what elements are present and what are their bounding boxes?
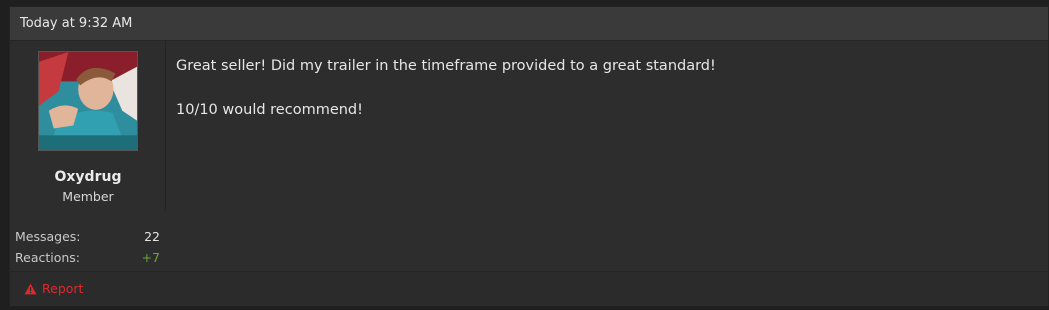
message-content: Great seller! Did my trailer in the time… xyxy=(176,55,1028,143)
user-info: Oxydrug Member xyxy=(10,41,166,211)
stat-label: Messages: xyxy=(15,229,81,244)
stat-messages: Messages: 22 xyxy=(15,226,160,247)
post-container: Today at 9:32 AM Oxydrug Member Messages… xyxy=(9,6,1049,306)
username[interactable]: Oxydrug xyxy=(10,169,166,185)
user-stats: Messages: 22 Reactions: +7 xyxy=(15,226,160,268)
post-footer: Report xyxy=(10,271,1048,306)
report-link[interactable]: Report xyxy=(24,281,83,296)
post-timestamp[interactable]: Today at 9:32 AM xyxy=(20,16,132,31)
stat-reactions: Reactions: +7 xyxy=(15,247,160,268)
message-line: 10/10 would recommend! xyxy=(176,102,363,118)
report-label: Report xyxy=(42,281,84,296)
avatar[interactable] xyxy=(38,51,138,151)
stat-label: Reactions: xyxy=(15,250,81,265)
user-title: Member xyxy=(62,189,114,204)
warning-icon xyxy=(24,283,37,294)
avatar-image xyxy=(39,52,137,150)
stat-value: 22 xyxy=(144,229,160,244)
message-line: Great seller! Did my trailer in the time… xyxy=(176,58,716,74)
stat-value: +7 xyxy=(141,250,160,265)
post-body: Oxydrug Member Messages: 22 Reactions: +… xyxy=(10,41,1048,271)
post-header: Today at 9:32 AM xyxy=(10,7,1048,41)
